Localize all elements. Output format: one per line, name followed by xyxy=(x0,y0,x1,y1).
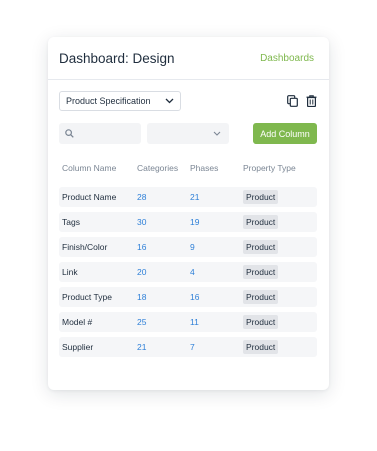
cell-categories[interactable]: 30 xyxy=(137,217,190,227)
copy-icon[interactable] xyxy=(287,95,298,107)
cell-column-name: Finish/Color xyxy=(62,242,108,252)
cell-categories[interactable]: 18 xyxy=(137,292,190,302)
filter-bar: Add Column xyxy=(59,123,317,144)
card-header: Dashboard: Design Dashboards xyxy=(48,37,329,80)
table-row[interactable]: Model # 25 11 Product xyxy=(59,312,317,332)
cell-categories[interactable]: 25 xyxy=(137,317,190,327)
cell-column-name: Tags xyxy=(62,217,80,227)
cell-phases[interactable]: 9 xyxy=(190,242,243,252)
filter-select[interactable] xyxy=(147,123,229,144)
property-type-badge: Product xyxy=(243,190,279,204)
trash-icon[interactable] xyxy=(306,95,317,107)
table-row[interactable]: Link 20 4 Product xyxy=(59,262,317,282)
cell-column-name: Link xyxy=(62,267,78,277)
specification-select-value: Product Specification xyxy=(66,96,151,106)
cell-column-name: Product Name xyxy=(62,192,117,202)
search-box[interactable] xyxy=(59,123,141,144)
cell-column-name: Supplier xyxy=(62,342,94,352)
cell-phases[interactable]: 16 xyxy=(190,292,243,302)
property-type-badge: Product xyxy=(243,215,279,229)
cell-categories[interactable]: 21 xyxy=(137,342,190,352)
property-type-badge: Product xyxy=(243,265,279,279)
table-row[interactable]: Finish/Color 16 9 Product xyxy=(59,237,317,257)
header-column-name[interactable]: Column Name xyxy=(59,163,137,175)
cell-phases[interactable]: 4 xyxy=(190,267,243,277)
property-type-badge: Product xyxy=(243,340,279,354)
page-title: Dashboard: Design xyxy=(59,50,175,66)
property-type-badge: Product xyxy=(243,315,279,329)
cell-categories[interactable]: 20 xyxy=(137,267,190,277)
header-phases[interactable]: Phases xyxy=(190,163,243,175)
cell-categories[interactable]: 16 xyxy=(137,242,190,252)
cell-phases[interactable]: 21 xyxy=(190,192,243,202)
property-type-badge: Product xyxy=(243,240,279,254)
specification-select[interactable]: Product Specification xyxy=(59,91,181,111)
cell-column-name: Model # xyxy=(62,317,93,327)
search-icon xyxy=(65,129,74,138)
header-categories[interactable]: Categories xyxy=(137,163,190,175)
add-column-button[interactable]: Add Column xyxy=(253,123,317,144)
property-type-badge: Product xyxy=(243,290,279,304)
chevron-down-icon xyxy=(165,98,174,104)
table-row[interactable]: Product Type 18 16 Product xyxy=(59,287,317,307)
table-row[interactable]: Supplier 21 7 Product xyxy=(59,337,317,357)
cell-phases[interactable]: 11 xyxy=(190,317,243,327)
toolbar-icons xyxy=(287,95,317,107)
chevron-down-icon xyxy=(213,131,221,136)
dashboard-card: Dashboard: Design Dashboards Product Spe… xyxy=(48,37,329,390)
toolbar: Product Specification xyxy=(59,91,317,111)
table-row[interactable]: Product Name 28 21 Product xyxy=(59,187,317,207)
cell-categories[interactable]: 28 xyxy=(137,192,190,202)
search-input[interactable] xyxy=(78,128,138,139)
table-body: Product Name 28 21 Product Tags 30 19 Pr… xyxy=(59,187,317,362)
cell-phases[interactable]: 7 xyxy=(190,342,243,352)
cell-phases[interactable]: 19 xyxy=(190,217,243,227)
table-header: Column Name Categories Phases Property T… xyxy=(59,163,317,175)
dashboards-link[interactable]: Dashboards xyxy=(260,53,314,64)
cell-column-name: Product Type xyxy=(62,292,112,302)
table-row[interactable]: Tags 30 19 Product xyxy=(59,212,317,232)
header-property-type[interactable]: Property Type xyxy=(243,163,317,175)
